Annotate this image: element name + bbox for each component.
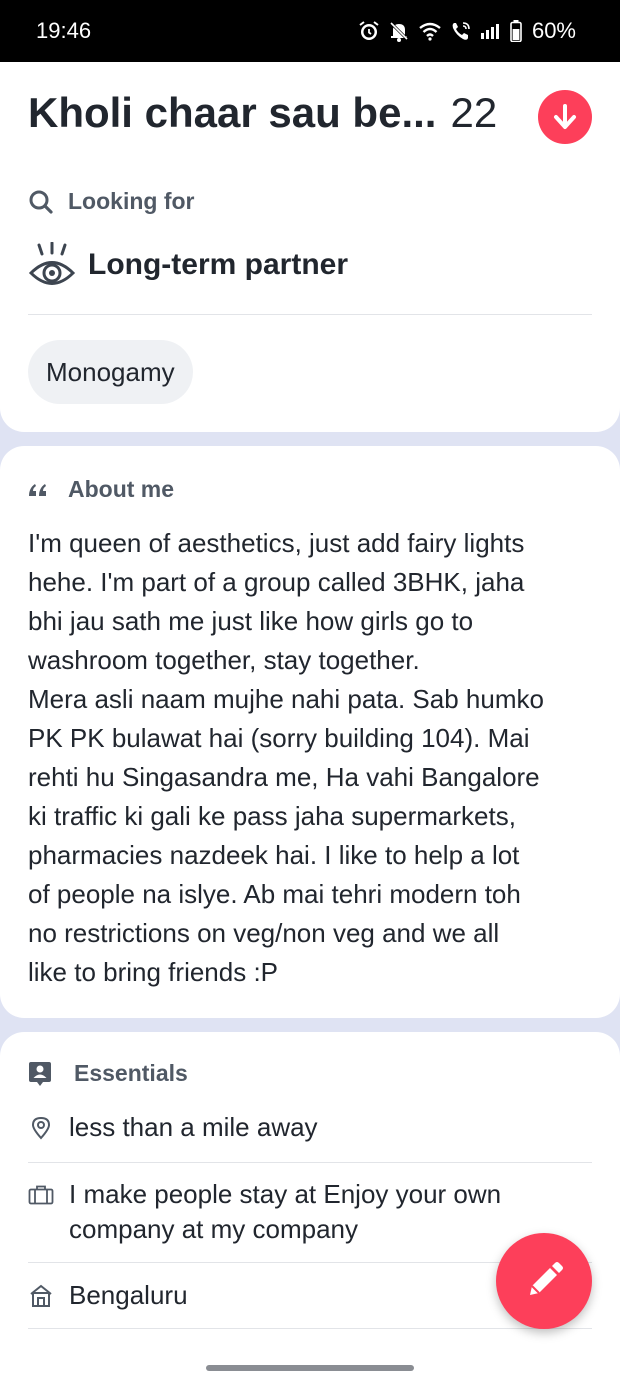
divider — [28, 314, 592, 315]
profile-age: 22 — [450, 89, 498, 136]
eyes-icon — [28, 242, 76, 285]
alarm-icon — [359, 21, 379, 40]
search-icon — [29, 190, 53, 214]
pencil-icon — [530, 1262, 563, 1295]
collapse-profile-button[interactable] — [538, 90, 592, 144]
wifi-icon — [419, 22, 441, 41]
looking-for-text: Long-term partner — [88, 248, 349, 281]
status-icons: 60% — [358, 18, 576, 44]
location-pin-icon — [31, 1116, 51, 1140]
profile-header: Kholi chaar sau be... 22 — [0, 62, 620, 164]
quote-icon — [29, 483, 46, 496]
essentials-heading: Essentials — [28, 1060, 188, 1087]
tag-chip: Monogamy — [28, 340, 193, 404]
looking-for-value: Long-term partner — [28, 242, 348, 288]
home-icon — [30, 1284, 52, 1307]
about-me-label: About me — [68, 476, 175, 502]
briefcase-icon — [28, 1185, 54, 1205]
edit-profile-button[interactable] — [496, 1233, 592, 1329]
essential-distance-text: less than a mile away — [69, 1112, 318, 1142]
battery-icon — [510, 20, 522, 42]
divider — [28, 1328, 592, 1329]
essential-job-text: I make people stay at Enjoy your own com… — [69, 1179, 502, 1244]
about-me-text: I'm queen of aesthetics, just add fairy … — [28, 528, 544, 987]
about-me-card: About me I'm queen of aesthetics, just a… — [0, 446, 620, 1018]
arrow-down-icon — [554, 104, 576, 129]
mute-icon — [388, 20, 410, 42]
looking-for-label: Looking for — [68, 188, 195, 214]
wifi-call-icon — [452, 22, 470, 40]
looking-for-card: Looking for Long-term partner Monogamy — [0, 164, 620, 432]
status-bar: 19:46 60% — [0, 0, 620, 62]
essential-distance: less than a mile away — [28, 1110, 592, 1145]
person-card-icon — [29, 1061, 51, 1086]
profile-name: Kholi chaar sau be... — [28, 89, 437, 136]
essential-job: I make people stay at Enjoy your own com… — [28, 1177, 592, 1247]
essential-home-text: Bengaluru — [69, 1280, 188, 1310]
home-gesture-bar[interactable] — [206, 1365, 414, 1371]
divider — [28, 1162, 592, 1163]
about-me-heading: About me — [28, 476, 174, 503]
essentials-label: Essentials — [74, 1060, 188, 1086]
battery-percent: 60% — [531, 18, 576, 43]
signal-icon — [480, 24, 499, 39]
status-time: 19:46 — [36, 18, 92, 43]
essentials-card: Essentials less than a mile away I make … — [0, 1032, 620, 1384]
looking-for-heading: Looking for — [28, 188, 194, 215]
